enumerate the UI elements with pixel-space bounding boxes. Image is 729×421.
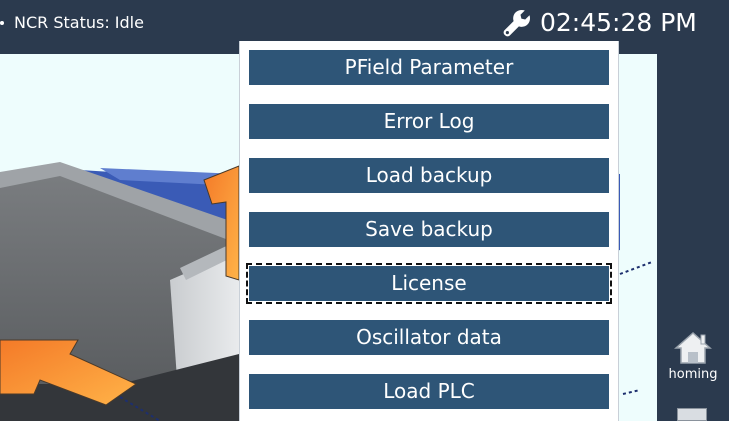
menu-item-load-backup[interactable]: Load backup [249,158,609,193]
menu-item-license[interactable]: License [246,263,612,304]
homing-label: homing [668,367,718,382]
menu-item-save-backup[interactable]: Save backup [249,212,609,247]
menu-item-oscillator-data[interactable]: Oscillator data [249,320,609,355]
clock-display: 02:45:28 PM [540,8,697,37]
settings-dropdown-menu: PField Parameter Error Log Load backup S… [239,41,619,421]
homing-button[interactable]: homing [664,330,722,386]
guide-line-right [619,261,653,275]
app-window: NCR Status: Idle 02:45:28 PM homing PFie… [0,0,729,421]
ncr-status-text: NCR Status: Idle [14,13,144,32]
menu-item-load-plc[interactable]: Load PLC [249,374,609,409]
menu-item-pfield-parameter[interactable]: PField Parameter [249,50,609,85]
wrench-icon[interactable] [502,8,532,38]
side-panel-button-partial[interactable] [677,408,707,421]
status-indicator-dot [0,21,4,25]
guide-line-right-lower [622,389,641,395]
home-icon [674,331,712,364]
menu-item-error-log[interactable]: Error Log [249,104,609,139]
